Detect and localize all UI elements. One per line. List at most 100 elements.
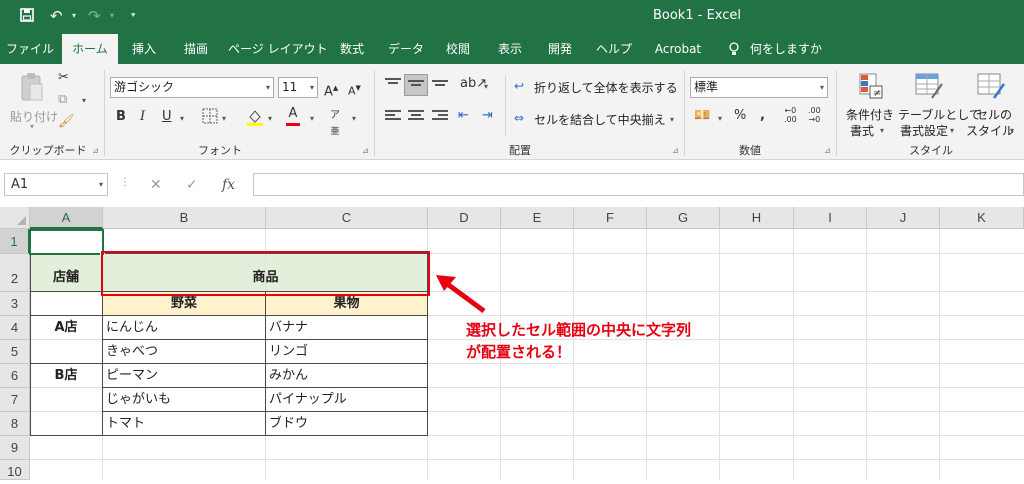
conditional-formatting-label-2[interactable]: 書式 [850,122,874,139]
cell-b5[interactable]: きゃべつ [106,340,264,364]
comma-icon[interactable]: , [760,108,765,124]
tab-review[interactable]: 校閲 [438,34,478,64]
format-painter-icon[interactable]: 🖌 [58,114,75,130]
font-size-select[interactable]: 11 ▾ [278,77,318,98]
merge-dropdown-icon[interactable]: ▾ [670,115,674,124]
font-color-icon[interactable]: A [286,106,300,126]
tab-formulas[interactable]: 数式 [332,34,372,64]
font-color-dropdown-icon[interactable]: ▾ [310,114,314,123]
paste-dropdown-icon[interactable]: ▾ [30,122,34,131]
alignment-launcher-icon[interactable]: ⊿ [672,146,679,155]
increase-decimal-icon[interactable]: ←0.00 [784,106,797,124]
merge-center-button[interactable]: セルを結合して中央揃え [534,111,666,128]
active-cell-a1[interactable] [29,229,104,255]
row-header-2[interactable]: 2 [0,254,30,292]
font-launcher-icon[interactable]: ⊿ [362,146,369,155]
formula-input[interactable] [253,173,1024,196]
number-format-select[interactable]: 標準 ▾ [690,77,828,98]
decrease-indent-icon[interactable]: ⇤ [458,108,469,124]
increase-font-icon[interactable]: A▲ [324,80,338,100]
font-name-select[interactable]: 游ゴシック ▾ [110,77,274,98]
column-header-k[interactable]: K [940,207,1024,229]
row-header-7[interactable]: 7 [0,388,30,412]
column-header-i[interactable]: I [794,207,867,229]
lightbulb-icon[interactable] [726,34,742,64]
format-as-table-label-1[interactable]: テーブルとして [898,106,981,123]
cell-a4[interactable]: A店 [30,316,102,340]
tab-draw[interactable]: 描画 [176,34,216,64]
underline-dropdown-icon[interactable]: ▾ [180,114,184,123]
column-header-a[interactable]: A [30,207,103,229]
decrease-font-icon[interactable]: A▼ [348,80,361,100]
align-right-icon[interactable] [432,110,448,124]
copy-icon[interactable]: ⧉ [58,92,67,108]
cell-a6[interactable]: B店 [30,364,102,388]
underline-icon[interactable]: U [162,109,172,125]
column-header-c[interactable]: C [266,207,428,229]
tell-me-search[interactable]: 何をしますか [748,34,824,64]
row-header-6[interactable]: 6 [0,364,30,388]
borders-dropdown-icon[interactable]: ▾ [222,114,226,123]
percent-icon[interactable]: % [734,108,746,124]
tab-view[interactable]: 表示 [490,34,530,64]
align-left-icon[interactable] [385,110,401,124]
conditional-dropdown-icon[interactable]: ▾ [880,126,884,135]
column-header-e[interactable]: E [501,207,574,229]
currency-dropdown-icon[interactable]: ▾ [718,114,722,123]
cell-c6[interactable]: みかん [269,364,426,388]
column-header-h[interactable]: H [720,207,794,229]
tab-page-layout[interactable]: ページ レイアウト [228,34,328,64]
row-header-10[interactable]: 10 [0,460,30,480]
tab-developer[interactable]: 開発 [540,34,580,64]
column-header-d[interactable]: D [428,207,501,229]
row-header-3[interactable]: 3 [0,292,30,316]
tab-data[interactable]: データ [384,34,428,64]
italic-icon[interactable]: I [140,109,145,125]
paste-icon[interactable] [18,72,46,106]
row-header-1[interactable]: 1 [0,229,30,254]
align-top-icon[interactable] [385,78,401,92]
fill-color-dropdown-icon[interactable]: ▾ [268,114,272,123]
cell-a2[interactable]: 店舗 [30,254,102,292]
tab-file[interactable]: ファイル [4,34,56,64]
tab-insert[interactable]: 挿入 [124,34,164,64]
column-header-j[interactable]: J [867,207,940,229]
orientation-dropdown-icon[interactable]: ▾ [484,82,488,91]
enter-icon[interactable]: ✓ [186,177,198,193]
conditional-formatting-icon[interactable]: ≠ [858,72,884,105]
tab-home[interactable]: ホーム [62,34,118,64]
bold-icon[interactable]: B [116,109,126,125]
cancel-icon[interactable]: ✕ [150,177,162,193]
fill-color-icon[interactable] [246,108,264,131]
cell-b4[interactable]: にんじん [106,316,264,340]
decrease-decimal-icon[interactable]: .00 →0 [808,106,821,124]
clipboard-launcher-icon[interactable]: ⊿ [92,146,99,155]
insert-function-icon[interactable]: fx [222,177,235,193]
table-dropdown-icon[interactable]: ▾ [950,126,954,135]
tab-help[interactable]: ヘルプ [592,34,636,64]
currency-icon[interactable]: 💴 [694,108,710,124]
row-header-9[interactable]: 9 [0,436,30,460]
cell-b6[interactable]: ピーマン [106,364,264,388]
cell-c5[interactable]: リンゴ [269,340,426,364]
cell-c4[interactable]: バナナ [269,316,426,340]
column-header-f[interactable]: F [574,207,647,229]
cell-styles-icon[interactable] [976,72,1006,105]
align-center-icon[interactable] [408,110,424,124]
tab-acrobat[interactable]: Acrobat [648,34,708,64]
increase-indent-icon[interactable]: ⇥ [482,108,493,124]
align-bottom-icon[interactable] [432,80,448,94]
name-box[interactable]: A1 ▾ [4,173,108,196]
row-header-4[interactable]: 4 [0,316,30,340]
align-middle-icon[interactable] [408,80,424,94]
cell-styles-label-2[interactable]: スタイル [966,122,1014,139]
select-all-button[interactable] [0,207,30,229]
phonetic-guide-icon[interactable]: ア亜 [330,108,340,140]
cell-b8[interactable]: トマト [106,412,264,436]
conditional-formatting-label-1[interactable]: 条件付き [846,106,894,123]
row-header-5[interactable]: 5 [0,340,30,364]
cell-styles-dropdown-icon[interactable]: ▾ [1010,126,1014,135]
cell-styles-label-1[interactable]: セルの [976,106,1012,123]
format-as-table-icon[interactable] [914,72,944,105]
cut-icon[interactable]: ✂ [58,70,69,86]
